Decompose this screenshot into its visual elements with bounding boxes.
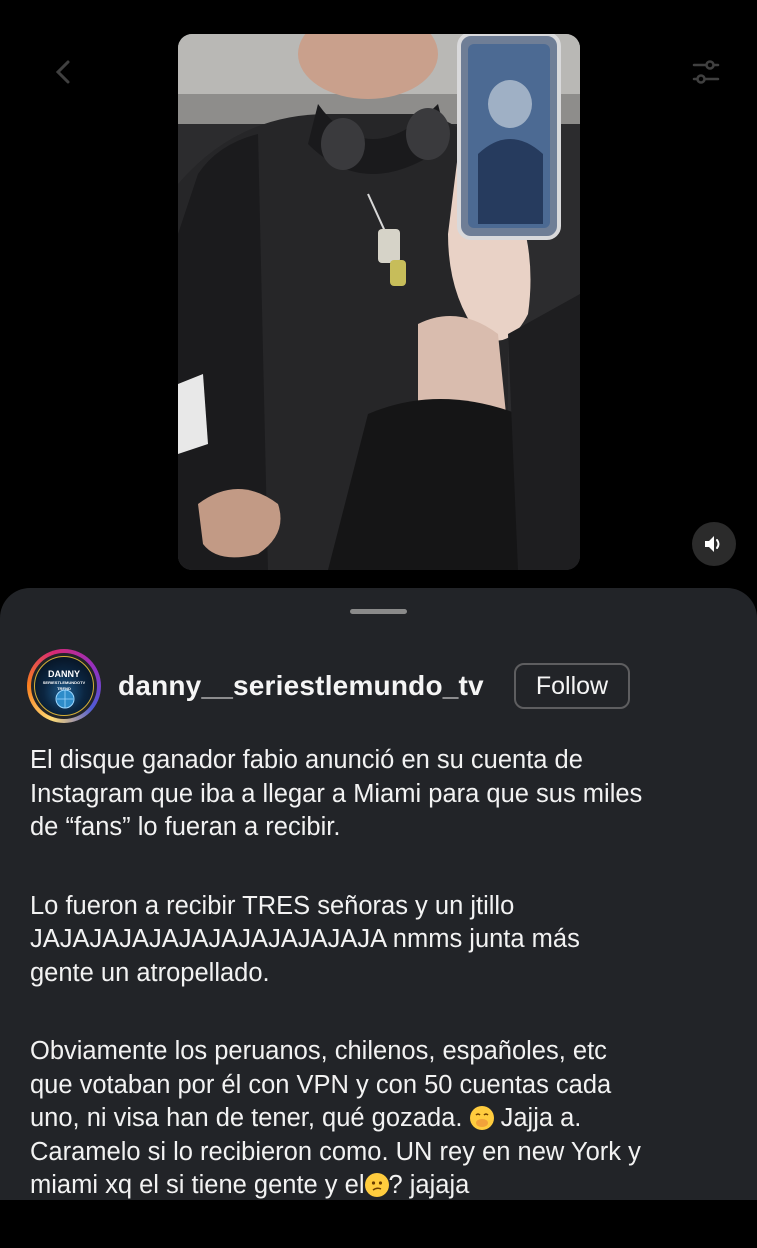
avatar[interactable]: DANNY SERIESTLEMUNDOTV TREND [34,656,94,716]
post-video[interactable] [178,34,580,570]
caption-paragraph-3: Obviamente los peruanos, chilenos, españ… [30,1037,641,1199]
drag-handle[interactable] [350,609,407,614]
caption-paragraph-2: Lo fueron a recibir TRES señoras y un jt… [30,891,580,987]
chevron-left-icon[interactable] [48,56,80,88]
video-frame-illustration [178,34,580,570]
globe-icon [55,689,75,709]
face-with-hand-over-mouth-emoji [469,1106,494,1130]
story-ring[interactable]: DANNY SERIESTLEMUNDOTV TREND [27,649,101,723]
follow-button[interactable]: Follow [514,663,630,709]
speaker-icon [705,536,720,552]
caption-sheet: DANNY SERIESTLEMUNDOTV TREND danny__seri… [0,588,757,1200]
sliders-icon[interactable] [690,56,722,88]
post-caption: El disque ganador fabio anunció en su cu… [30,744,730,1248]
author-username[interactable]: danny__seriestlemundo_tv [118,670,484,702]
mute-button[interactable] [692,522,736,566]
confused-face-emoji [364,1173,389,1197]
caption-paragraph-1: El disque ganador fabio anunció en su cu… [30,746,643,841]
